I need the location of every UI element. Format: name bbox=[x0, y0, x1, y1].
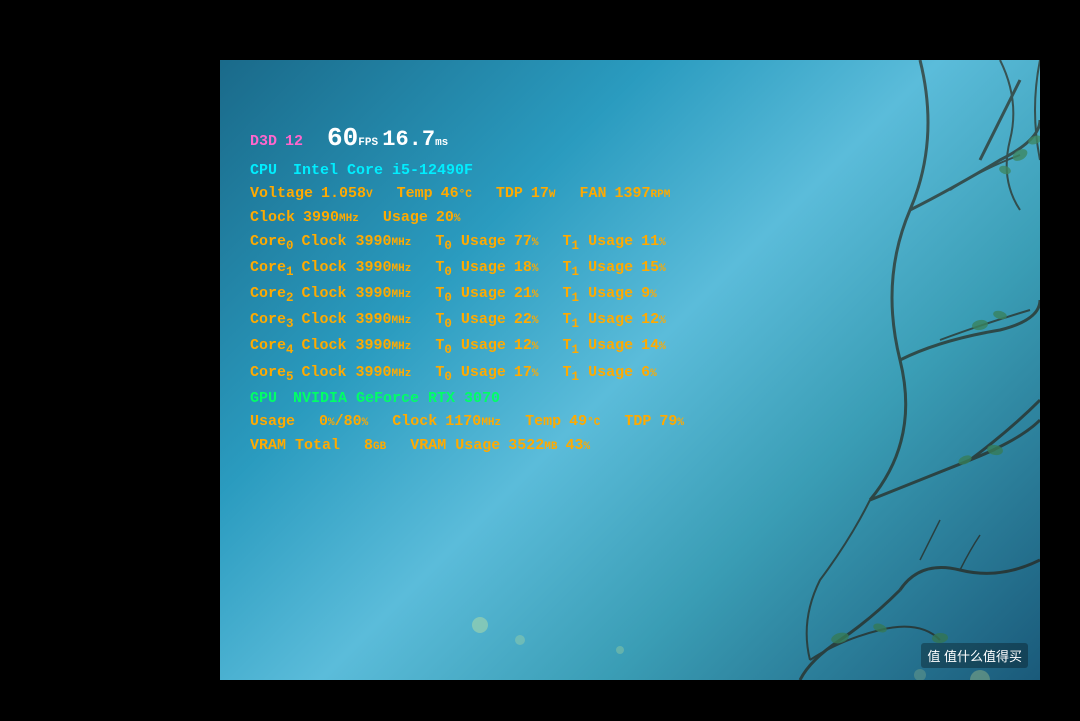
fan-value: 1397 bbox=[615, 183, 651, 205]
vram-total-value: 8 bbox=[364, 435, 373, 457]
usage-unit: % bbox=[454, 212, 461, 228]
osd-overlay: D3D 12 60 FPS 16.7 ms CPU Intel Core i5-… bbox=[250, 120, 930, 459]
gpu-clock-label: Clock bbox=[392, 411, 437, 433]
usage-value: 20 bbox=[436, 207, 454, 229]
vram-usage-pct: 43 bbox=[565, 435, 583, 457]
vram-total-label: VRAM Total bbox=[250, 435, 340, 457]
core-5-row: Core5 Clock 3990 MHz T0 Usage 17 % T1 Us… bbox=[250, 362, 930, 386]
watermark: 值 值什么值得买 bbox=[921, 643, 1028, 668]
gpu-tdp-unit: % bbox=[677, 416, 684, 432]
temp-label: Temp bbox=[397, 183, 433, 205]
vram-usage-label: VRAM Usage bbox=[410, 435, 500, 457]
voltage-unit: V bbox=[366, 188, 373, 204]
vram-row: VRAM Total 8 GB VRAM Usage 3522 MB 43 % bbox=[250, 435, 930, 457]
temp-unit: °C bbox=[459, 188, 472, 204]
voltage-label: Voltage bbox=[250, 183, 313, 205]
gpu-name: NVIDIA GeForce RTX 3070 bbox=[293, 388, 500, 410]
tdp-label: TDP bbox=[496, 183, 523, 205]
gpu-label: GPU bbox=[250, 388, 277, 410]
gpu-clock-value: 1170 bbox=[445, 411, 481, 433]
cpu-name: Intel Core i5-12490F bbox=[293, 160, 473, 182]
vram-usage-unit: MB bbox=[544, 440, 557, 456]
cpu-clock-row: Clock 3990 MHz Usage 20 % bbox=[250, 207, 930, 229]
cpu-stats-row: Voltage 1.058 V Temp 46 °C TDP 17 W FAN … bbox=[250, 183, 930, 205]
gpu-tdp-label: TDP bbox=[624, 411, 651, 433]
fan-label: FAN bbox=[580, 183, 607, 205]
usage-label: Usage bbox=[383, 207, 428, 229]
ms-value: 16.7 bbox=[382, 124, 435, 156]
core-3-row: Core3 Clock 3990 MHz T0 Usage 22 % T1 Us… bbox=[250, 309, 930, 333]
core-2-row: Core2 Clock 3990 MHz T0 Usage 21 % T1 Us… bbox=[250, 283, 930, 307]
fan-unit: RPM bbox=[651, 188, 671, 204]
clock-unit: MHz bbox=[339, 212, 359, 228]
vram-total-unit: GB bbox=[373, 440, 386, 456]
gpu-temp-label: Temp bbox=[525, 411, 561, 433]
api-version: 12 bbox=[285, 131, 303, 153]
voltage-value: 1.058 bbox=[321, 183, 366, 205]
fps-unit: FPS bbox=[358, 136, 366, 152]
vram-usage-pct-unit: % bbox=[583, 440, 590, 456]
tdp-value: 17 bbox=[531, 183, 549, 205]
screen-background: D3D 12 60 FPS 16.7 ms CPU Intel Core i5-… bbox=[220, 60, 1040, 680]
gpu-usage-val1: 0 bbox=[319, 411, 328, 433]
gpu-temp-value: 49 bbox=[569, 411, 587, 433]
gpu-tdp-value: 79 bbox=[659, 411, 677, 433]
temp-value: 46 bbox=[441, 183, 459, 205]
gpu-usage-label: Usage bbox=[250, 411, 295, 433]
fps-value: 60 bbox=[327, 120, 358, 158]
gpu-name-row: GPU NVIDIA GeForce RTX 3070 bbox=[250, 388, 930, 410]
core-1-row: Core1 Clock 3990 MHz T0 Usage 18 % T1 Us… bbox=[250, 257, 930, 281]
ms-unit: ms bbox=[435, 136, 443, 152]
core-4-row: Core4 Clock 3990 MHz T0 Usage 12 % T1 Us… bbox=[250, 335, 930, 359]
api-label: D3D bbox=[250, 131, 277, 153]
fps-row: D3D 12 60 FPS 16.7 ms bbox=[250, 120, 930, 158]
gpu-temp-unit: °C bbox=[587, 416, 600, 432]
tdp-unit: W bbox=[549, 188, 556, 204]
gpu-stats-row: Usage 0 % / 80 % Clock 1170 MHz Temp 49 … bbox=[250, 411, 930, 433]
vram-usage-value: 3522 bbox=[508, 435, 544, 457]
cpu-label: CPU bbox=[250, 160, 277, 182]
cpu-name-row: CPU Intel Core i5-12490F bbox=[250, 160, 930, 182]
gpu-clock-unit: MHz bbox=[481, 416, 501, 432]
clock-label: Clock bbox=[250, 207, 295, 229]
clock-value: 3990 bbox=[303, 207, 339, 229]
gpu-usage-val2: 80 bbox=[344, 411, 362, 433]
core-0-row: Core0 Clock 3990 MHz T0 Usage 77 % T1 Us… bbox=[250, 231, 930, 255]
